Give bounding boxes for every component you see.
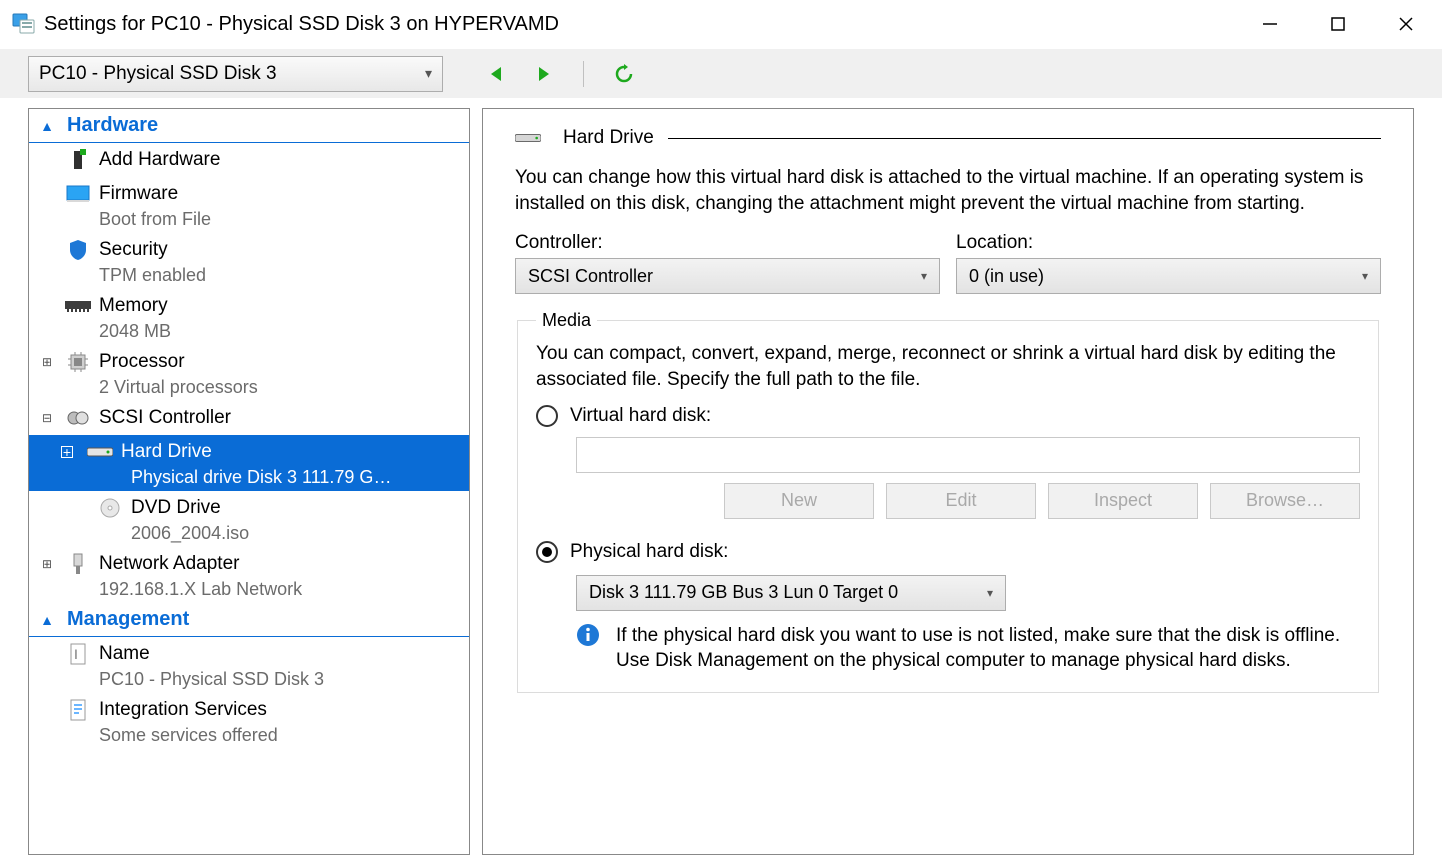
hard-drive-icon bbox=[87, 441, 113, 463]
physical-disk-select[interactable]: Disk 3 111.79 GB Bus 3 Lun 0 Target 0 ▾ bbox=[576, 575, 1006, 611]
disc-icon bbox=[97, 497, 123, 519]
tree-firmware[interactable]: Firmware Boot from File bbox=[29, 177, 469, 233]
tree-integ-sub: Some services offered bbox=[29, 725, 469, 746]
media-group: Media You can compact, convert, expand, … bbox=[517, 310, 1379, 693]
vhd-path-input[interactable] bbox=[576, 437, 1360, 473]
expand-icon[interactable]: ⊞ bbox=[29, 355, 65, 369]
radio-vhd-label: Virtual hard disk: bbox=[570, 405, 711, 427]
settings-tree[interactable]: ▲ Hardware Add Hardware Firmware Boot fr… bbox=[28, 108, 470, 855]
detail-pane: Hard Drive You can change how this virtu… bbox=[482, 108, 1414, 855]
monitor-icon bbox=[65, 183, 91, 205]
tree-dvd-drive[interactable]: DVD Drive 2006_2004.iso bbox=[29, 491, 469, 547]
tree-memory[interactable]: Memory 2048 MB bbox=[29, 289, 469, 345]
radio-phys-label: Physical hard disk: bbox=[570, 541, 728, 563]
radio-virtual-hard-disk[interactable]: Virtual hard disk: bbox=[536, 405, 1360, 427]
services-icon bbox=[65, 699, 91, 721]
inspect-button[interactable]: Inspect bbox=[1048, 483, 1198, 519]
tree-integration-services[interactable]: Integration Services Some services offer… bbox=[29, 693, 469, 749]
toolbar: PC10 - Physical SSD Disk 3 ▾ bbox=[0, 48, 1442, 98]
tree-hard-drive-sub: Physical drive Disk 3 111.79 G… bbox=[29, 467, 469, 488]
minimize-button[interactable] bbox=[1254, 8, 1286, 40]
hard-drive-icon bbox=[515, 127, 541, 149]
detail-description: You can change how this virtual hard dis… bbox=[515, 165, 1381, 216]
collapse-icon: ▲ bbox=[37, 118, 57, 134]
tree-network-adapter[interactable]: ⊞ Network Adapter 192.168.1.X Lab Networ… bbox=[29, 547, 469, 603]
radio-icon bbox=[536, 405, 558, 427]
name-icon: I bbox=[65, 643, 91, 665]
vm-selector-label: PC10 - Physical SSD Disk 3 bbox=[39, 63, 277, 85]
close-button[interactable] bbox=[1390, 8, 1422, 40]
controller-value: SCSI Controller bbox=[528, 266, 653, 287]
location-label: Location: bbox=[956, 232, 1381, 254]
tree-network-sub: 192.168.1.X Lab Network bbox=[29, 579, 469, 600]
section-management-label: Management bbox=[67, 608, 189, 631]
cpu-icon bbox=[65, 351, 91, 373]
svg-text:I: I bbox=[74, 646, 78, 662]
app-icon bbox=[12, 12, 36, 36]
edit-button[interactable]: Edit bbox=[886, 483, 1036, 519]
controller-label: Controller: bbox=[515, 232, 940, 254]
physical-disk-value: Disk 3 111.79 GB Bus 3 Lun 0 Target 0 bbox=[589, 582, 898, 603]
location-value: 0 (in use) bbox=[969, 266, 1044, 287]
section-hardware-label: Hardware bbox=[67, 114, 158, 137]
tree-name[interactable]: I Name PC10 - Physical SSD Disk 3 bbox=[29, 637, 469, 693]
tree-security[interactable]: Security TPM enabled bbox=[29, 233, 469, 289]
network-icon bbox=[65, 553, 91, 575]
vm-selector[interactable]: PC10 - Physical SSD Disk 3 ▾ bbox=[28, 56, 443, 92]
tree-processor-sub: 2 Virtual processors bbox=[29, 377, 469, 398]
tree-dvd-sub: 2006_2004.iso bbox=[29, 523, 469, 544]
media-description: You can compact, convert, expand, merge,… bbox=[536, 341, 1360, 392]
chevron-down-icon: ▾ bbox=[425, 65, 432, 82]
tree-security-sub: TPM enabled bbox=[29, 265, 469, 286]
browse-button[interactable]: Browse… bbox=[1210, 483, 1360, 519]
media-legend: Media bbox=[536, 310, 597, 331]
expand-icon[interactable]: + bbox=[61, 446, 73, 458]
nav-prev-button[interactable] bbox=[483, 60, 511, 88]
tree-add-hardware[interactable]: Add Hardware bbox=[29, 143, 469, 177]
new-button[interactable]: New bbox=[724, 483, 874, 519]
collapse-icon: ▲ bbox=[37, 612, 57, 628]
nav-next-button[interactable] bbox=[529, 60, 557, 88]
tree-firmware-sub: Boot from File bbox=[29, 209, 469, 230]
header-divider bbox=[668, 138, 1381, 139]
tree-processor[interactable]: ⊞ Processor 2 Virtual processors bbox=[29, 345, 469, 401]
radio-icon bbox=[536, 541, 558, 563]
chevron-down-icon: ▾ bbox=[1362, 269, 1368, 283]
info-icon bbox=[576, 623, 600, 647]
radio-physical-hard-disk[interactable]: Physical hard disk: bbox=[536, 541, 1360, 563]
titlebar: Settings for PC10 - Physical SSD Disk 3 … bbox=[0, 0, 1442, 48]
controller-icon bbox=[65, 407, 91, 429]
maximize-button[interactable] bbox=[1322, 8, 1354, 40]
chevron-down-icon: ▾ bbox=[987, 586, 993, 600]
expand-icon[interactable]: ⊞ bbox=[29, 557, 65, 571]
toolbar-separator bbox=[583, 61, 584, 87]
tree-scsi-controller[interactable]: ⊟ SCSI Controller bbox=[29, 401, 469, 435]
info-text: If the physical hard disk you want to us… bbox=[616, 623, 1360, 674]
section-hardware[interactable]: ▲ Hardware bbox=[29, 109, 469, 143]
location-select[interactable]: 0 (in use) ▾ bbox=[956, 258, 1381, 294]
window-title: Settings for PC10 - Physical SSD Disk 3 … bbox=[44, 13, 1254, 36]
controller-select[interactable]: SCSI Controller ▾ bbox=[515, 258, 940, 294]
memory-icon bbox=[65, 295, 91, 317]
chevron-down-icon: ▾ bbox=[921, 269, 927, 283]
shield-icon bbox=[65, 239, 91, 261]
tree-memory-sub: 2048 MB bbox=[29, 321, 469, 342]
tree-hard-drive[interactable]: + Hard Drive Physical drive Disk 3 111.7… bbox=[29, 435, 469, 491]
collapse-icon[interactable]: ⊟ bbox=[29, 411, 65, 425]
add-hardware-icon bbox=[65, 149, 91, 171]
section-management[interactable]: ▲ Management bbox=[29, 603, 469, 637]
refresh-button[interactable] bbox=[610, 60, 638, 88]
detail-title: Hard Drive bbox=[563, 127, 654, 149]
tree-name-sub: PC10 - Physical SSD Disk 3 bbox=[29, 669, 469, 690]
